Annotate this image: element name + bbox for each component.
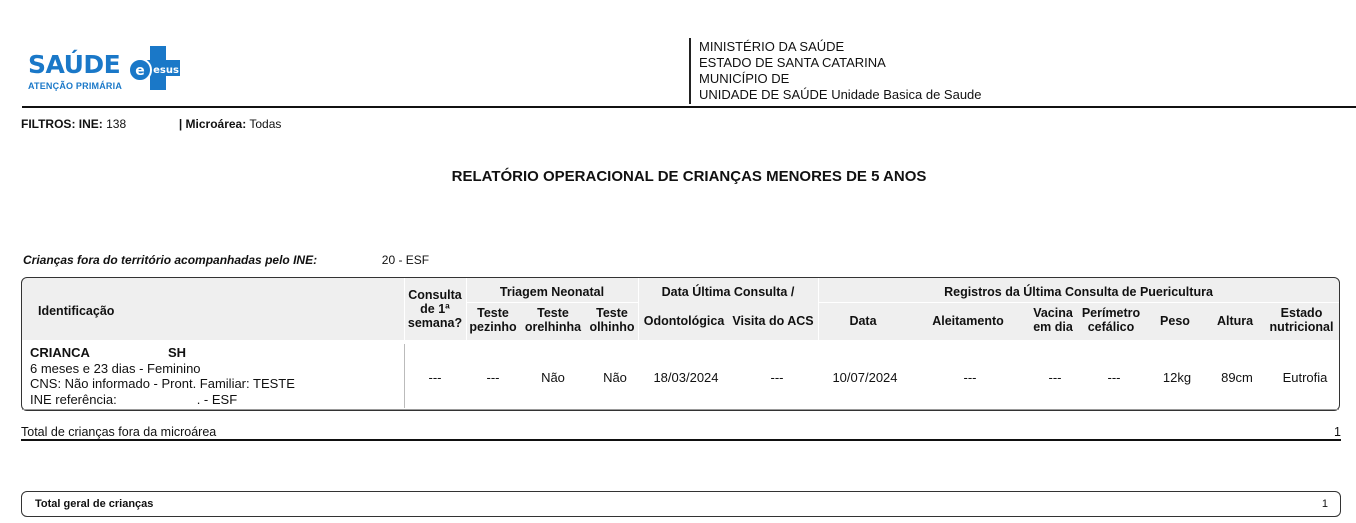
col-odontologica: Odontológica [643,314,725,328]
cell-aleitamento: --- [963,370,977,385]
col-identificacao: Identificação [38,304,115,318]
row-divider [22,409,1339,410]
col-teste-olhinho: Teste olhinho [589,306,635,334]
col-peso: Peso [1160,314,1190,328]
svg-text:esus: esus [153,65,179,76]
cell-visita-acs: --- [770,370,784,385]
total-outside-label: Total de crianças fora da microárea [21,425,217,439]
cell-vacina: --- [1048,370,1062,385]
cell-consulta: --- [428,370,442,385]
cell-odontologica: 18/03/2024 [653,370,719,385]
logo-wordmark: SAÚDE [28,50,121,79]
logo-subtitle: ATENÇÃO PRIMÁRIA [28,81,123,91]
header-separator [466,302,638,303]
total-rule [21,439,1341,441]
group-data-ultima-consulta: Data Última Consulta / [661,285,795,299]
cell-data: 10/07/2024 [832,370,898,385]
grand-total-box: Total geral de crianças 1 [21,491,1341,517]
header-health-unit: UNIDADE DE SAÚDE Unidade Basica de Saude [699,87,982,102]
esus-cross-icon: e esus [128,46,180,90]
cell-altura: 89cm [1221,370,1253,385]
filter-microarea-value: Todas [249,117,282,131]
filter-ine-label: FILTROS: INE: [21,117,103,131]
cell-pezinho: --- [486,370,500,385]
col-teste-orelhinha: Teste orelhinha [524,306,582,334]
filter-ine-value: 138 [106,117,127,131]
col-aleitamento: Aleitamento [932,314,1004,328]
cell-peso: 12kg [1162,370,1192,385]
header-separator [818,302,1339,303]
header-divider [689,38,691,104]
header-ministry: MINISTÉRIO DA SAÚDE [699,39,845,54]
col-data: Data [849,314,877,328]
child-name: CRIANCA [30,345,90,360]
svg-text:e: e [135,63,145,79]
cell-estado-nutricional: Eutrofia [1282,370,1328,385]
header-rule [22,106,1356,108]
section-value: 20 - ESF [381,253,430,267]
header-institution: MINISTÉRIO DA SAÚDE ESTADO DE SANTA CATA… [699,39,982,103]
col-consulta-1a-semana: Consulta de 1ª semana? [407,288,463,330]
group-registros-puericultura: Registros da Última Consulta de Puericul… [944,285,1213,299]
cell-perimetro: --- [1107,370,1121,385]
col-perimetro-cefalico: Perímetro cefálico [1081,306,1141,334]
esus-logo: SAÚDE ATENÇÃO PRIMÁRIA e esus [26,44,186,96]
grand-total-value: 1 [1321,498,1328,510]
report-title: RELATÓRIO OPERACIONAL DE CRIANÇAS MENORE… [451,168,927,185]
cell-orelhinha: Não [541,370,565,385]
table-row-identification: CRIANCA SH 6 meses e 23 dias - Feminino C… [30,345,295,407]
group-triagem-neonatal: Triagem Neonatal [499,285,605,299]
col-altura: Altura [1216,314,1254,328]
col-estado-nutricional: Estado nutricional [1269,306,1334,334]
header-municipality: MUNICÍPIO DE [699,71,790,86]
grand-total-label: Total geral de crianças [35,498,154,510]
filter-microarea-label: | Microárea: [178,117,247,131]
col-vacina-em-dia: Vacina em dia [1033,306,1073,334]
total-outside-value: 1 [1334,425,1341,439]
header-state: ESTADO DE SANTA CATARINA [699,55,886,70]
section-label: Crianças fora do território acompanhadas… [23,253,318,267]
col-visita-acs: Visita do ACS [732,314,814,328]
child-age-sex: 6 meses e 23 dias - Feminino [30,360,201,376]
section-subtitle: Crianças fora do território acompanhadas… [23,253,429,267]
col-teste-pezinho: Teste pezinho [469,306,517,334]
filters-line: FILTROS: INE: 138 | Microárea: Todas [21,117,281,131]
child-cns: CNS: Não informado - Pront. Familiar: TE… [30,376,295,391]
child-ine-label: INE referência: [30,391,117,407]
cell-olhinho: Não [603,370,627,385]
